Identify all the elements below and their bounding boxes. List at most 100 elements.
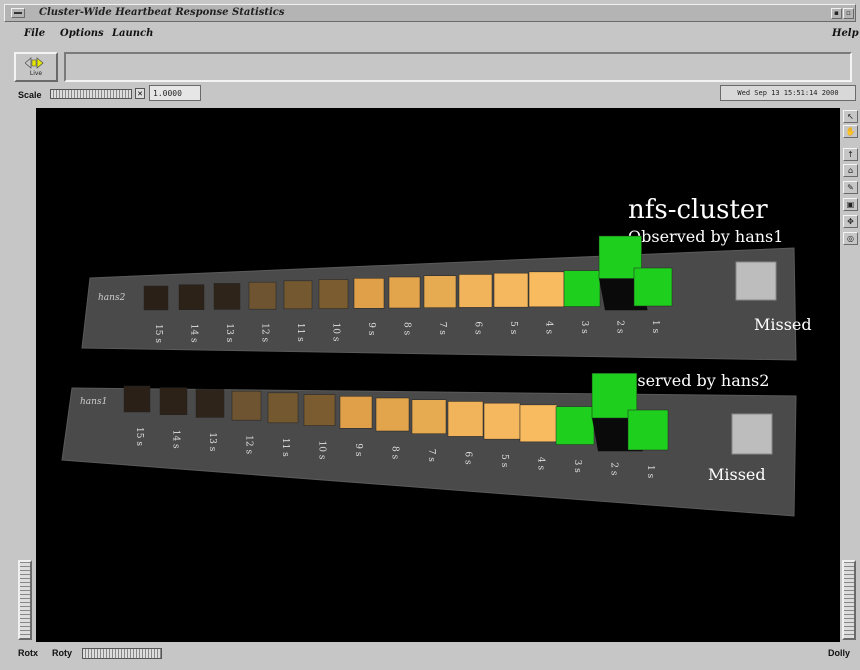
bin-label: 12 s: [244, 435, 254, 454]
heartbeat-bin: [178, 284, 205, 310]
roty-thumbwheel[interactable]: [82, 648, 162, 659]
title-bar: Cluster-Wide Heartbeat Response Statisti…: [4, 4, 856, 22]
set-home-tool-icon[interactable]: ✎: [843, 181, 858, 194]
heartbeat-bin: [231, 390, 262, 421]
rotx-thumbwheel[interactable]: [18, 560, 32, 640]
heartbeat-bin: [143, 285, 169, 311]
bin-label: 5 s: [499, 454, 509, 468]
pick-tool-icon[interactable]: ↖: [843, 110, 858, 123]
bin-label: 2 s: [615, 320, 625, 334]
observed-by-label: Observed by hans2: [614, 371, 769, 390]
host-label: hans2: [98, 293, 126, 303]
heartbeat-bin: [318, 279, 349, 309]
missed-box: [731, 413, 773, 455]
bin-label: 3 s: [572, 460, 582, 474]
bin-label: 3 s: [579, 321, 589, 335]
bin-label: 8 s: [390, 446, 400, 460]
roty-label: Roty: [52, 648, 72, 658]
bin-label: 14 s: [171, 430, 181, 449]
bin-label: 4 s: [536, 457, 546, 471]
up-tool-icon[interactable]: ↑: [843, 148, 858, 161]
bin-label: 8 s: [402, 322, 412, 336]
heartbeat-bin: [528, 271, 565, 308]
heartbeat-bin: [423, 275, 457, 308]
missed-label: Missed: [754, 315, 812, 334]
heartbeat-bin: [303, 394, 336, 426]
bin-label: 15 s: [153, 324, 163, 343]
heartbeat-scene: hans2 Observed by hans1 15 s 14 s 13 s 12 s 11…: [61, 195, 812, 517]
scale-label: Scale: [18, 90, 42, 100]
live-label: Live: [29, 70, 43, 77]
live-button[interactable]: Live: [14, 52, 58, 82]
bin-label: 12 s: [260, 323, 270, 342]
missed-box: [735, 261, 777, 301]
view-tool-icon[interactable]: ✋: [843, 125, 858, 138]
bin-label: 13 s: [224, 323, 234, 342]
bin-label: 9 s: [366, 322, 376, 336]
dolly-label: Dolly: [828, 648, 851, 658]
bin-label: 1 s: [650, 320, 660, 334]
bin-label: 6 s: [473, 321, 483, 335]
view-all-tool-icon[interactable]: ▣: [843, 198, 858, 211]
maximize-button[interactable]: ▫: [843, 8, 854, 19]
heartbeat-bin: [267, 392, 299, 424]
bin-label: 5 s: [508, 321, 518, 335]
heartbeat-bin: [195, 389, 225, 418]
minimize-button[interactable]: ▪: [831, 8, 842, 19]
heartbeat-bin: [633, 267, 673, 307]
bin-label: 10 s: [317, 441, 327, 460]
heartbeat-bin: [248, 281, 277, 310]
bin-label: 6 s: [463, 451, 473, 465]
heartbeat-bin: [123, 385, 151, 413]
window-title: Cluster-Wide Heartbeat Response Statisti…: [39, 7, 285, 18]
scale-reset-button[interactable]: ✕: [135, 88, 145, 99]
heartbeat-bin: [447, 401, 484, 437]
timestamp-display: Wed Sep 13 15:51:14 2000: [720, 85, 856, 101]
rotx-label: Rotx: [18, 648, 38, 658]
bin-label: 11 s: [295, 323, 305, 342]
bin-label: 11 s: [280, 438, 290, 457]
heartbeat-bin: [159, 387, 188, 415]
cluster-title: nfs-cluster: [628, 195, 768, 225]
bin-label: 7 s: [437, 322, 447, 336]
bin-label: 9 s: [353, 443, 363, 457]
menu-help[interactable]: Help: [832, 28, 859, 39]
heartbeat-bin: [493, 272, 529, 308]
heartbeat-bin: [353, 278, 385, 309]
bin-label: 13 s: [207, 432, 217, 451]
heartbeat-bin: [283, 280, 313, 310]
live-arrows-icon: [25, 57, 44, 69]
observed-by-label: Observed by hans1: [628, 227, 783, 246]
perspective-tool-icon[interactable]: ◎: [843, 232, 858, 245]
bin-label: 4 s: [544, 321, 554, 335]
heartbeat-bin: [563, 270, 601, 307]
menu-options[interactable]: Options: [60, 28, 104, 39]
seek-tool-icon[interactable]: ✥: [843, 215, 858, 228]
heartbeat-bin: [411, 399, 447, 434]
heartbeat-bin: [213, 283, 241, 310]
heartbeat-bin: [555, 406, 595, 445]
host-label: hans1: [80, 397, 107, 407]
bin-label: 7 s: [426, 449, 436, 463]
scale-slider[interactable]: [50, 89, 132, 99]
menu-bar: File Options Launch Help: [4, 24, 859, 44]
toolbar-field: [64, 52, 852, 82]
viewer-3d[interactable]: hans2 Observed by hans1 15 s 14 s 13 s 12 s 11…: [36, 108, 840, 642]
home-tool-icon[interactable]: ⌂: [843, 164, 858, 177]
bin-label: 15 s: [134, 427, 144, 446]
menu-launch[interactable]: Launch: [112, 28, 153, 39]
bin-label: 10 s: [331, 323, 341, 342]
heartbeat-bin: [375, 397, 410, 432]
missed-label: Missed: [708, 465, 766, 484]
bin-label: 14 s: [189, 324, 199, 343]
dolly-thumbwheel[interactable]: [842, 560, 856, 640]
menu-file[interactable]: File: [24, 28, 45, 39]
heartbeat-bin: [483, 402, 521, 440]
heartbeat-bin: [388, 276, 421, 309]
heartbeat-bin: [458, 274, 493, 308]
scale-input[interactable]: 1.0000: [149, 85, 201, 101]
heartbeat-bin: [339, 396, 373, 429]
heartbeat-bin: [627, 409, 669, 451]
bin-label: 2 s: [609, 462, 619, 476]
window-menu-button[interactable]: [11, 8, 25, 18]
